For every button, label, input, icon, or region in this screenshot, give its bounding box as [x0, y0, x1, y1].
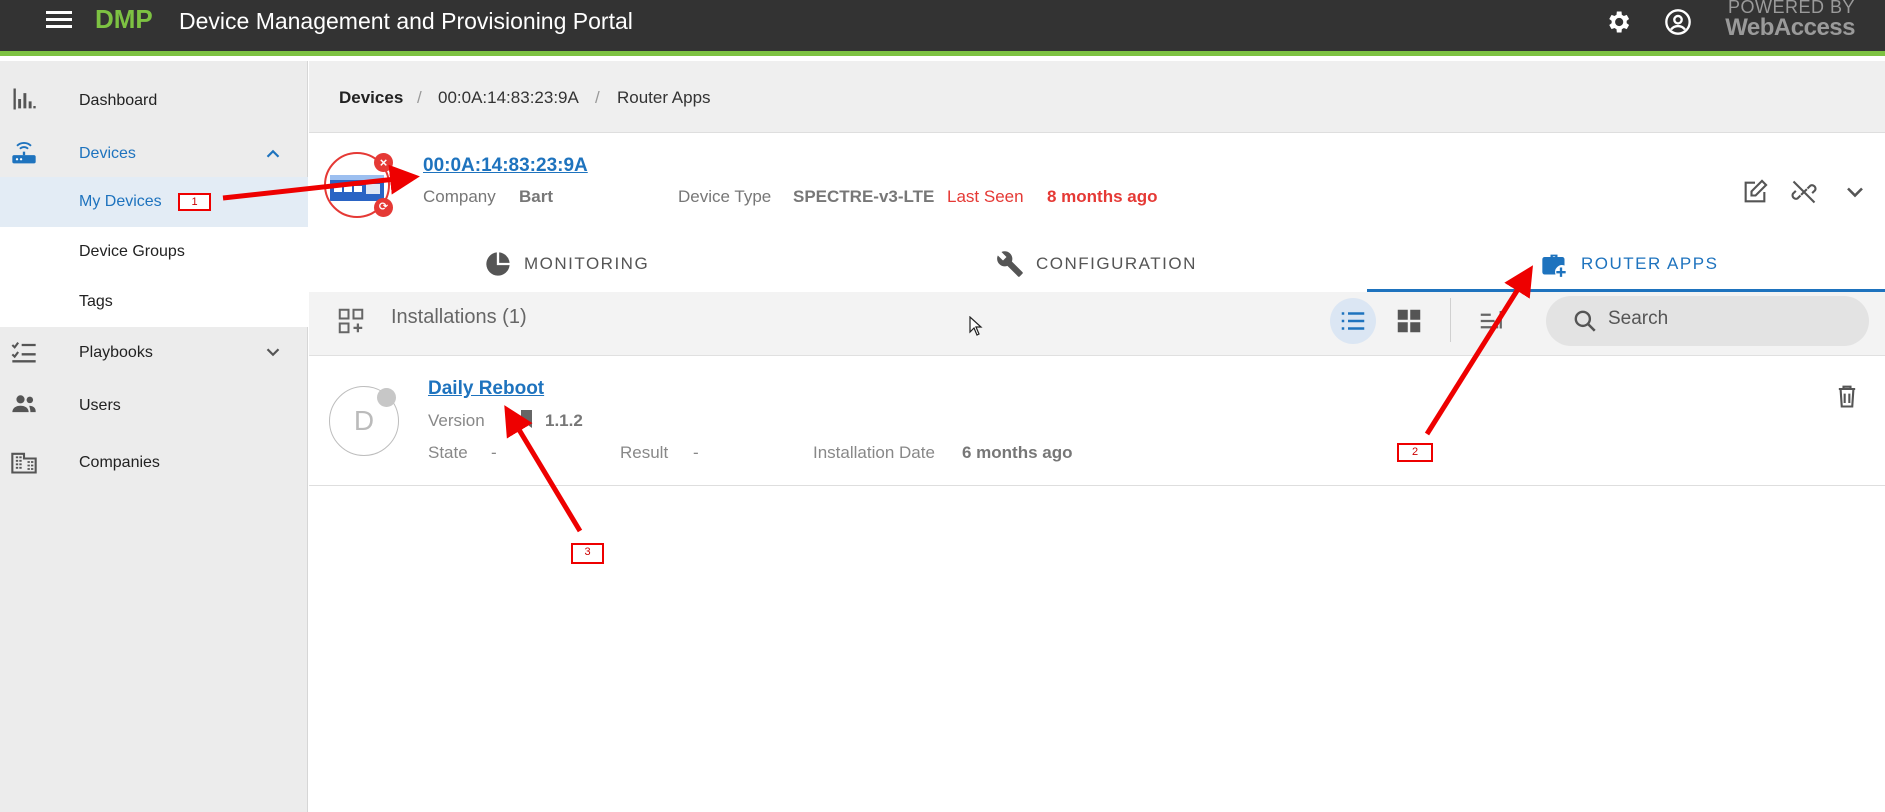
briefcase-plus-icon — [1542, 254, 1566, 277]
toolbar-divider — [1450, 298, 1451, 342]
checklist-icon — [11, 342, 36, 363]
chevron-down-icon[interactable] — [262, 341, 284, 363]
tab-label: MONITORING — [524, 254, 650, 273]
app-name-link[interactable]: Daily Reboot — [428, 378, 544, 400]
sidebar-subitem-tags[interactable]: Tags — [0, 277, 308, 327]
sidebar-item-label: Device Groups — [79, 243, 185, 260]
sidebar-subitem-device-groups[interactable]: Device Groups — [0, 227, 308, 277]
status-dot — [377, 388, 396, 407]
account-circle-icon[interactable] — [1664, 8, 1692, 36]
installations-title: Installations (1) — [391, 306, 527, 328]
menu-icon[interactable] — [46, 11, 72, 31]
breadcrumb-separator: / — [417, 88, 422, 107]
installation-list-item: D Daily Reboot Version 1.1.2 State - Res… — [309, 356, 1885, 486]
breadcrumb-device-link[interactable]: 00:0A:14:83:23:9A — [438, 88, 579, 108]
device-type-value: SPECTRE-v3-LTE — [793, 187, 935, 206]
sidebar: Dashboard Devices My Devices Device Grou… — [0, 61, 308, 812]
company-label: Company — [423, 187, 496, 206]
version-tag-icon — [521, 410, 532, 428]
device-type-label: Device Type — [678, 187, 772, 206]
search-icon — [1574, 310, 1596, 332]
sidebar-item-users[interactable]: Users — [0, 377, 308, 433]
chevron-up-icon[interactable] — [262, 143, 284, 165]
bar-chart-icon — [13, 88, 36, 110]
annotation-label-3: 3 — [571, 543, 604, 564]
tab-monitoring[interactable]: MONITORING — [480, 240, 690, 292]
sidebar-item-label: Tags — [79, 293, 113, 310]
search-field[interactable] — [1546, 296, 1869, 346]
brand-logo: DMP — [95, 4, 153, 34]
add-app-grid-icon[interactable] — [336, 306, 366, 336]
powered-by-logo: POWERED BY WebAccess — [1725, 0, 1855, 41]
state-label: State — [428, 443, 468, 462]
building-icon — [11, 452, 37, 474]
result-value: - — [693, 443, 699, 462]
sidebar-item-label: Playbooks — [79, 344, 153, 361]
search-input[interactable] — [1608, 308, 1848, 330]
wrench-icon — [997, 251, 1023, 277]
grid-view-icon[interactable] — [1394, 306, 1424, 336]
pie-chart-icon — [486, 252, 510, 276]
sidebar-item-companies[interactable]: Companies — [0, 433, 308, 491]
tab-label: ROUTER APPS — [1581, 254, 1719, 273]
device-mac-link[interactable]: 00:0A:14:83:23:9A — [423, 155, 588, 177]
result-label: Result — [620, 443, 669, 462]
chevron-down-icon[interactable] — [1841, 178, 1869, 206]
sidebar-item-label: Devices — [79, 145, 136, 162]
offline-badge-icon: × — [374, 153, 393, 172]
edit-icon[interactable] — [1741, 178, 1769, 206]
sidebar-item-devices[interactable]: Devices — [0, 131, 308, 177]
version-label: Version — [428, 411, 485, 430]
installations-toolbar: Installations (1) — [309, 292, 1885, 356]
sort-icon[interactable] — [1477, 306, 1507, 336]
breadcrumb: Devices / 00:0A:14:83:23:9A / Router App… — [309, 61, 1885, 133]
app-title: Device Management and Provisioning Porta… — [179, 8, 633, 34]
sidebar-item-playbooks[interactable]: Playbooks — [0, 327, 308, 377]
mouse-cursor-icon — [969, 316, 983, 336]
installation-date-value: 6 months ago — [962, 443, 1073, 462]
unlink-icon[interactable] — [1790, 178, 1818, 206]
tab-label: CONFIGURATION — [1036, 254, 1197, 273]
breadcrumb-separator: / — [595, 88, 600, 107]
sidebar-subitem-my-devices[interactable]: My Devices — [0, 177, 308, 227]
tab-router-apps[interactable]: ROUTER APPS — [1540, 240, 1740, 292]
version-value: 1.1.2 — [545, 411, 583, 430]
router-icon — [12, 142, 36, 164]
breadcrumb-devices-link[interactable]: Devices — [339, 88, 403, 108]
sidebar-item-label: Dashboard — [79, 92, 158, 109]
company-value: Bart — [519, 187, 554, 206]
sync-error-badge-icon: ⟳ — [374, 198, 393, 217]
annotation-label-2: 2 — [1397, 443, 1433, 462]
users-icon — [12, 395, 36, 413]
list-view-icon[interactable] — [1338, 306, 1368, 336]
sidebar-item-dashboard[interactable]: Dashboard — [0, 61, 308, 131]
breadcrumb-current: Router Apps — [617, 88, 711, 107]
sidebar-item-label: Companies — [79, 454, 160, 471]
annotation-label-1: 1 — [178, 193, 211, 211]
delete-icon[interactable] — [1833, 382, 1861, 410]
last-seen-value: 8 months ago — [1047, 187, 1158, 206]
sidebar-item-label: My Devices — [79, 193, 162, 210]
state-value: - — [491, 443, 497, 462]
last-seen-label: Last Seen — [947, 187, 1024, 206]
settings-gear-icon[interactable] — [1604, 8, 1632, 36]
sidebar-item-label: Users — [79, 397, 121, 414]
installation-date-label: Installation Date — [813, 443, 935, 462]
tab-configuration[interactable]: CONFIGURATION — [992, 240, 1242, 292]
top-app-bar: DMP Device Management and Provisioning P… — [0, 0, 1885, 56]
